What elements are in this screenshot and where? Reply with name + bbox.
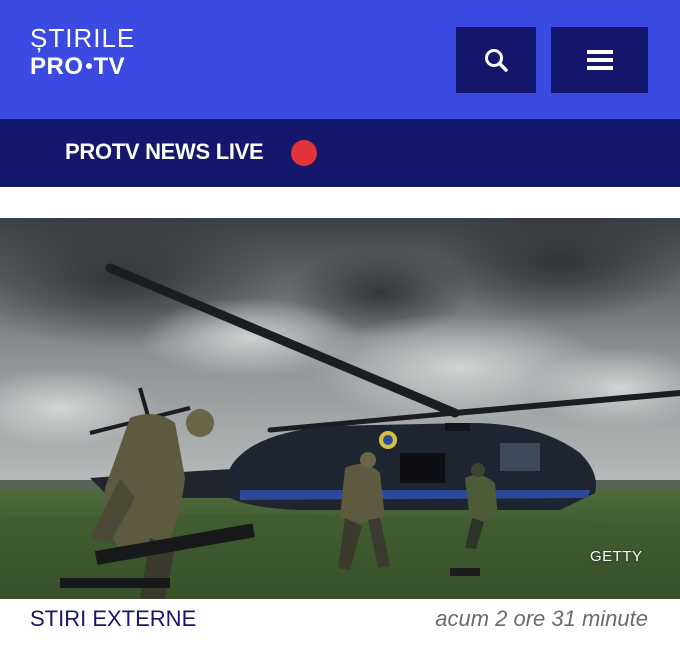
site-header: ȘTIRILE PRO TV: [0, 0, 680, 119]
live-news-link[interactable]: PROTV NEWS LIVE: [65, 139, 264, 165]
hamburger-menu-icon: [586, 50, 613, 70]
article-category-link[interactable]: STIRI EXTERNE: [30, 606, 196, 632]
search-icon: [485, 49, 508, 72]
live-bar: PROTV NEWS LIVE: [0, 119, 680, 187]
logo-dot: [85, 62, 92, 69]
logo-tv-text: TV: [93, 53, 126, 80]
logo-protv-text: PRO TV: [30, 52, 135, 82]
menu-button[interactable]: [551, 27, 648, 93]
site-logo[interactable]: ȘTIRILE PRO TV: [30, 24, 135, 82]
logo-pro-text: PRO: [30, 53, 84, 80]
article-timestamp: acum 2 ore 31 minute: [435, 606, 648, 631]
helicopter-soldiers-photo: [0, 218, 680, 599]
logo-stirile-text: ȘTIRILE: [30, 23, 136, 53]
image-credit: GETTY: [590, 548, 643, 565]
article-image[interactable]: [0, 218, 680, 599]
live-indicator-icon: [291, 140, 317, 166]
search-button[interactable]: [456, 27, 536, 93]
